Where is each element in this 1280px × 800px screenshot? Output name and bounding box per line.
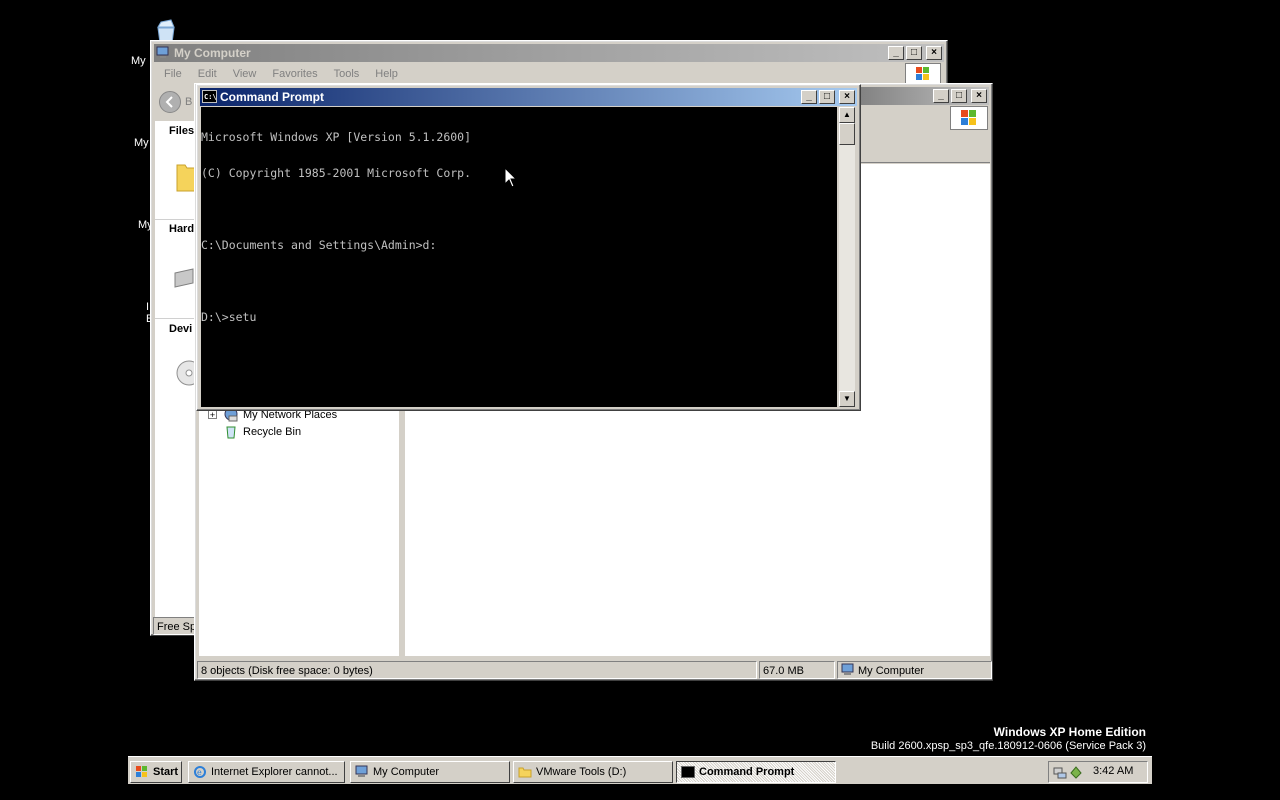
menu-edit[interactable]: Edit [198, 68, 217, 80]
tree-item-recycle-bin[interactable]: Recycle Bin [243, 426, 301, 438]
close-button[interactable]: × [839, 90, 855, 104]
network-icon[interactable] [1053, 765, 1067, 779]
task-label: My Computer [373, 766, 440, 778]
vertical-scrollbar[interactable]: ▲ ▼ [839, 107, 855, 407]
title-bar[interactable]: My Computer _ □ × [154, 44, 944, 62]
system-tray: 3:42 AM [1048, 761, 1148, 783]
task-command-prompt[interactable]: Command Prompt [676, 761, 836, 783]
window-title: Command Prompt [220, 90, 325, 104]
tree-expander[interactable]: + [208, 410, 217, 420]
ie-icon: e [193, 765, 207, 779]
task-my-computer[interactable]: My Computer [350, 761, 510, 783]
menu-bar: File Edit View Favorites Tools Help [164, 68, 398, 80]
task-ie[interactable]: e Internet Explorer cannot... [188, 761, 345, 783]
scroll-up-button[interactable]: ▲ [839, 107, 855, 123]
command-prompt-window[interactable]: C:\ Command Prompt _ □ × Microsoft Windo… [196, 84, 861, 411]
cmd-icon: C:\ [202, 89, 217, 104]
hard-drive-icon[interactable] [173, 263, 195, 291]
section-header: Hard [169, 223, 195, 235]
maximize-button[interactable]: □ [906, 46, 922, 60]
title-bar[interactable]: _ □ × [855, 87, 989, 105]
window-title: My Computer [174, 46, 251, 60]
task-label: Command Prompt [699, 766, 795, 778]
os-edition: Windows XP Home Edition [993, 725, 1146, 739]
scroll-down-button[interactable]: ▼ [839, 391, 855, 407]
windows-logo-icon [135, 765, 149, 779]
cmd-icon [681, 765, 695, 779]
console-output[interactable]: Microsoft Windows XP [Version 5.1.2600] … [201, 107, 837, 407]
content-area: Files Hard Devi [155, 121, 202, 617]
console-line: Microsoft Windows XP [Version 5.1.2600] [201, 130, 472, 144]
start-button[interactable]: Start [130, 761, 182, 783]
mouse-cursor-icon [504, 166, 518, 188]
status-size: 67.0 MB [759, 661, 835, 679]
menu-help[interactable]: Help [375, 68, 398, 80]
computer-icon [156, 45, 171, 60]
console-line: D:\>setu [201, 310, 257, 324]
scroll-thumb[interactable] [839, 123, 855, 145]
console-line: C:\Documents and Settings\Admin>d: [201, 238, 437, 252]
close-button[interactable]: × [926, 46, 942, 60]
back-button-label[interactable]: B [185, 96, 192, 108]
close-button[interactable]: × [971, 89, 987, 103]
windows-logo-icon [950, 106, 988, 130]
recycle-bin-icon[interactable] [223, 423, 239, 439]
folder-icon [518, 765, 532, 779]
vmware-tools-icon[interactable] [1069, 765, 1083, 779]
desktop-label[interactable]: My [134, 137, 149, 149]
menu-file[interactable]: File [164, 68, 182, 80]
computer-icon [841, 663, 855, 677]
svg-text:e: e [197, 768, 202, 777]
address-bar [860, 134, 990, 163]
console-line: (C) Copyright 1985-2001 Microsoft Corp. [201, 166, 472, 180]
clock[interactable]: 3:42 AM [1093, 765, 1133, 777]
maximize-button[interactable]: □ [951, 89, 967, 103]
desktop-label[interactable]: My [131, 55, 146, 67]
task-label: Internet Explorer cannot... [211, 766, 338, 778]
svg-text:C:\: C:\ [204, 93, 217, 101]
os-build: Build 2600.xpsp_sp3_qfe.180912-0606 (Ser… [870, 740, 1146, 752]
minimize-button[interactable]: _ [801, 90, 817, 104]
windows-logo-icon [905, 63, 941, 85]
section-header: Devi [169, 323, 193, 335]
computer-icon [355, 765, 369, 779]
maximize-button[interactable]: □ [819, 90, 835, 104]
menu-view[interactable]: View [233, 68, 257, 80]
status-free-space: Free Spa [153, 617, 197, 635]
start-label: Start [153, 766, 179, 778]
task-vmware-tools[interactable]: VMware Tools (D:) [513, 761, 673, 783]
title-bar[interactable]: C:\ Command Prompt _ □ × [200, 88, 857, 106]
desktop-label[interactable]: I [146, 301, 149, 313]
task-label: VMware Tools (D:) [536, 766, 627, 778]
status-location: My Computer [837, 661, 992, 679]
section-header: Files [169, 125, 195, 137]
status-bar: 8 objects (Disk free space: 0 bytes) 67.… [197, 661, 992, 679]
menu-tools[interactable]: Tools [334, 68, 360, 80]
back-arrow-icon[interactable] [159, 91, 181, 113]
minimize-button[interactable]: _ [933, 89, 949, 103]
menu-favorites[interactable]: Favorites [272, 68, 317, 80]
status-objects: 8 objects (Disk free space: 0 bytes) [197, 661, 757, 679]
taskbar: Start e Internet Explorer cannot... My C… [128, 756, 1152, 784]
minimize-button[interactable]: _ [888, 46, 904, 60]
